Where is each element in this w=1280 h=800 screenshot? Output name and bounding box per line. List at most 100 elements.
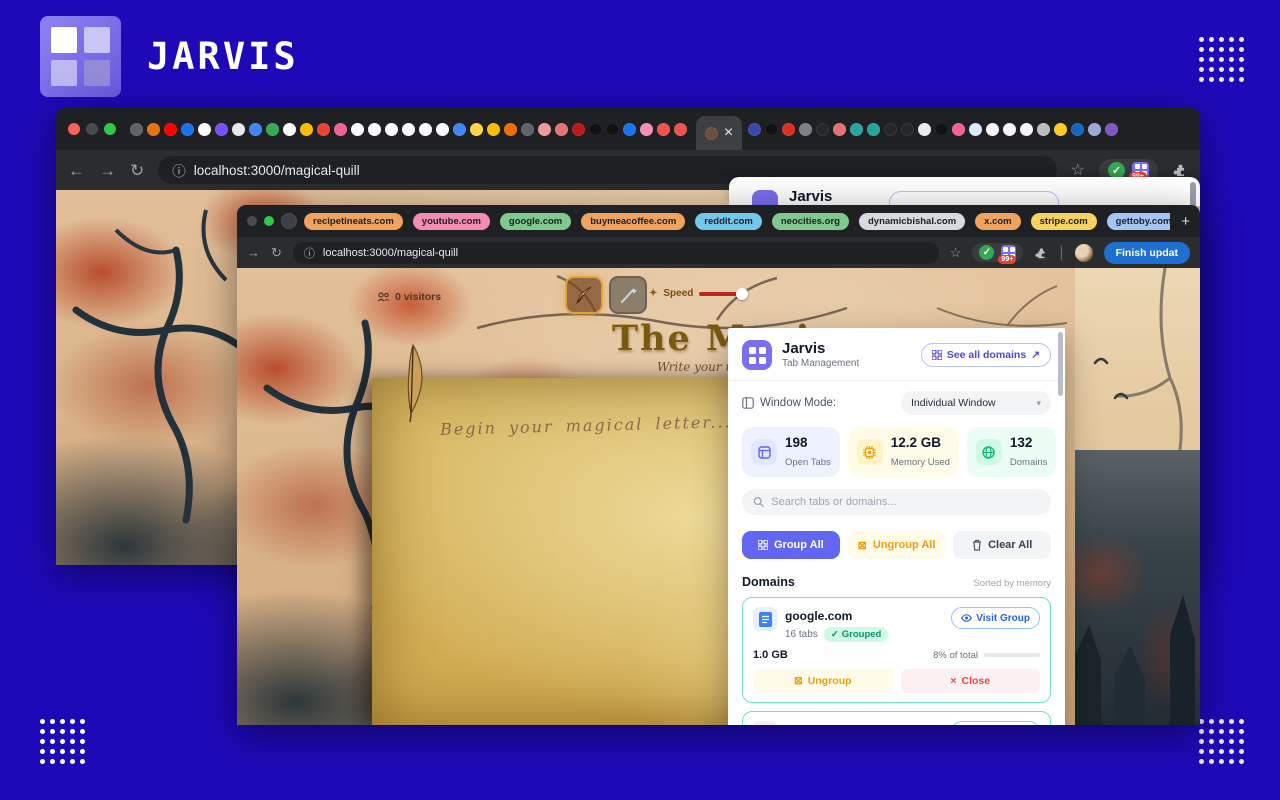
tab-favicon[interactable] <box>266 123 279 136</box>
jarvis-extension-icon[interactable]: 99+ <box>1132 162 1149 179</box>
wand-tool-button[interactable] <box>609 276 647 314</box>
tab-favicon[interactable] <box>487 123 500 136</box>
tab-favicon[interactable] <box>901 123 914 136</box>
back-icon[interactable]: ← <box>68 162 85 179</box>
check-extension-icon[interactable]: ✓ <box>979 245 994 260</box>
tab-favicon[interactable] <box>1020 123 1033 136</box>
tab-favicon[interactable] <box>1105 123 1118 136</box>
tab-group-pill[interactable]: neocities.org <box>772 213 849 230</box>
tab-group-pill[interactable]: youtube.com <box>413 213 490 230</box>
tab-favicon[interactable] <box>232 123 245 136</box>
tab-favicon[interactable] <box>674 123 687 136</box>
tab-favicon[interactable] <box>765 123 778 136</box>
profile-avatar[interactable] <box>1075 244 1093 262</box>
tab-favicon[interactable] <box>935 123 948 136</box>
new-tab-icon[interactable]: + <box>1181 213 1190 230</box>
active-tab[interactable]: × <box>696 116 742 150</box>
tab-group-pill[interactable]: buymeacoffee.com <box>581 213 685 230</box>
traffic-light-zoom[interactable] <box>264 216 274 226</box>
close-tab-icon[interactable]: × <box>724 124 733 142</box>
tab-favicon[interactable] <box>504 123 517 136</box>
close-button[interactable]: ×Close <box>901 669 1041 693</box>
letter-placeholder-text[interactable]: Begin your magical letter... <box>440 412 732 439</box>
quill-tool-button[interactable] <box>565 276 603 314</box>
tab-favicon[interactable] <box>1071 123 1084 136</box>
tab-group-pill[interactable]: dynamicbishal.com <box>859 213 965 230</box>
tab-group-pill[interactable]: recipetineats.com <box>304 213 403 230</box>
tab-favicon[interactable] <box>147 123 160 136</box>
tab-favicons[interactable] <box>130 123 690 136</box>
tab-favicon[interactable] <box>623 123 636 136</box>
see-all-domains-button[interactable]: See all domains ↗ <box>921 343 1051 367</box>
tab-favicon[interactable] <box>640 123 653 136</box>
traffic-light-minimize[interactable] <box>247 216 257 226</box>
tab-group-pill[interactable]: google.com <box>500 213 571 230</box>
tab-favicon[interactable] <box>317 123 330 136</box>
tab-favicon[interactable] <box>181 123 194 136</box>
tab-favicon[interactable] <box>782 123 795 136</box>
tab-favicon[interactable] <box>164 123 177 136</box>
tab-favicon[interactable] <box>334 123 347 136</box>
tab-group-pill[interactable]: stripe.com <box>1031 213 1097 230</box>
search-input[interactable] <box>771 496 1040 508</box>
finish-update-button[interactable]: Finish updat <box>1104 242 1190 264</box>
tab-favicon[interactable] <box>572 123 585 136</box>
window-mode-select[interactable]: Individual Window ▾ <box>901 391 1051 415</box>
tab-favicon[interactable] <box>281 213 297 229</box>
traffic-light-zoom[interactable] <box>104 123 116 135</box>
tab-group-pill[interactable]: x.com <box>975 213 1020 230</box>
tab-favicon[interactable] <box>986 123 999 136</box>
tab-favicon[interactable] <box>419 123 432 136</box>
tab-favicon[interactable] <box>300 123 313 136</box>
address-bar[interactable]: ⓘ localhost:3000/magical-quill <box>293 242 939 264</box>
visit-group-button[interactable]: Visit Group <box>951 721 1040 725</box>
tab-favicon[interactable] <box>850 123 863 136</box>
tab-favicon[interactable] <box>816 123 829 136</box>
group-all-button[interactable]: Group All <box>742 531 840 559</box>
tab-favicon[interactable] <box>969 123 982 136</box>
tab-favicon[interactable] <box>198 123 211 136</box>
tab-group-pill[interactable]: gettoby.com <box>1107 213 1171 230</box>
scrollbar-thumb[interactable] <box>1190 182 1196 206</box>
tab-favicon[interactable] <box>470 123 483 136</box>
visit-group-button[interactable]: Visit Group <box>951 607 1040 629</box>
tab-favicon[interactable] <box>952 123 965 136</box>
tab-favicon[interactable] <box>436 123 449 136</box>
reload-icon[interactable]: ↻ <box>271 246 282 259</box>
tab-favicon[interactable] <box>351 123 364 136</box>
tab-group-pill[interactable]: reddit.com <box>695 213 762 230</box>
bookmark-star-icon[interactable]: ☆ <box>950 245 962 261</box>
clear-all-button[interactable]: Clear All <box>953 531 1051 559</box>
tab-favicon[interactable] <box>538 123 551 136</box>
tab-favicon[interactable] <box>606 123 619 136</box>
search-bar[interactable] <box>742 489 1051 515</box>
tab-favicon[interactable] <box>1088 123 1101 136</box>
tab-favicon[interactable] <box>402 123 415 136</box>
tab-favicons[interactable] <box>748 123 1118 136</box>
forward-icon[interactable]: → <box>99 162 116 179</box>
extensions-puzzle-icon[interactable] <box>1034 246 1048 260</box>
tab-favicon[interactable] <box>918 123 931 136</box>
tab-favicon[interactable] <box>130 123 143 136</box>
tab-favicon[interactable] <box>283 123 296 136</box>
traffic-light-minimize[interactable] <box>86 123 98 135</box>
tab-favicon[interactable] <box>521 123 534 136</box>
tab-favicon[interactable] <box>453 123 466 136</box>
reload-icon[interactable]: ↻ <box>130 162 144 179</box>
tab-favicon[interactable] <box>1037 123 1050 136</box>
tab-favicon[interactable] <box>249 123 262 136</box>
tab-favicon[interactable] <box>1054 123 1067 136</box>
check-extension-icon[interactable]: ✓ <box>1108 162 1125 179</box>
tab-favicon[interactable] <box>589 123 602 136</box>
speed-slider[interactable] <box>699 292 743 296</box>
scrollbar-thumb[interactable] <box>1058 332 1063 396</box>
tab-favicon[interactable] <box>1003 123 1016 136</box>
tab-favicon[interactable] <box>884 123 897 136</box>
traffic-light-close[interactable] <box>68 123 80 135</box>
tab-favicon[interactable] <box>833 123 846 136</box>
forward-icon[interactable]: → <box>247 246 260 259</box>
site-info-icon[interactable]: ⓘ <box>304 245 315 261</box>
ungroup-button[interactable]: ⊠Ungroup <box>753 669 893 693</box>
tab-favicon[interactable] <box>215 123 228 136</box>
jarvis-extension-icon[interactable]: 99+ <box>1001 245 1016 260</box>
